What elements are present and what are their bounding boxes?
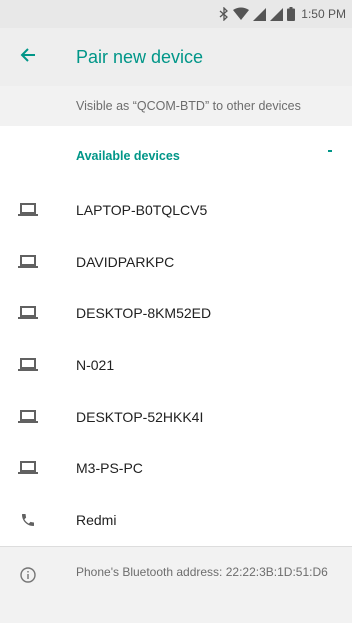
battery-icon <box>287 7 296 21</box>
device-name: DESKTOP-52HKK4I <box>76 408 204 425</box>
list-item-device[interactable]: DAVIDPARKPC <box>0 236 352 288</box>
laptop-icon <box>0 461 56 475</box>
status-time: 1:50 PM <box>301 7 346 21</box>
back-button[interactable] <box>0 28 56 86</box>
list-item-device[interactable]: DESKTOP-8KM52ED <box>0 287 352 339</box>
page-title: Pair new device <box>76 46 204 67</box>
device-name: N-021 <box>76 356 115 373</box>
arrow-back-icon <box>20 47 36 68</box>
bluetooth-address-text: Phone's Bluetooth address: 22:22:3B:1D:5… <box>76 565 328 579</box>
wifi-icon <box>233 7 250 21</box>
device-name: DESKTOP-8KM52ED <box>76 305 212 322</box>
app-bar: Pair new device <box>0 28 352 86</box>
bluetooth-address-footer: Phone's Bluetooth address: 22:22:3B:1D:5… <box>0 546 352 623</box>
status-icons <box>219 7 296 21</box>
signal-icon <box>253 7 267 21</box>
list-item-device[interactable]: DESKTOP-52HKK4I <box>0 391 352 443</box>
list-item-device[interactable]: LAPTOP-B0TQLCV5 <box>0 184 352 236</box>
status-bar: 1:50 PM <box>0 0 352 28</box>
list-item-device[interactable]: M3-PS-PC <box>0 442 352 494</box>
laptop-icon <box>0 409 56 424</box>
laptop-icon <box>0 202 56 217</box>
phone-icon <box>0 512 56 528</box>
list-item-device[interactable]: Redmi <box>0 494 352 546</box>
laptop-icon <box>0 254 56 269</box>
signal-icon <box>270 7 284 21</box>
device-list: LAPTOP-B0TQLCV5 DAVIDPARKPC DESKTOP-8KM5… <box>0 184 352 546</box>
info-icon <box>20 567 36 588</box>
scanning-progress-indicator <box>328 150 332 152</box>
bluetooth-icon <box>219 7 229 21</box>
device-name: LAPTOP-B0TQLCV5 <box>76 201 208 218</box>
section-header-available-devices: Available devices <box>76 149 180 163</box>
device-name: DAVIDPARKPC <box>76 253 175 270</box>
list-item-device[interactable]: N-021 <box>0 339 352 391</box>
laptop-icon <box>0 306 56 320</box>
device-name: M3-PS-PC <box>76 460 143 477</box>
visible-as-text: Visible as “QCOM-BTD” to other devices <box>0 86 352 126</box>
laptop-icon <box>0 357 56 372</box>
device-name: Redmi <box>76 511 117 528</box>
